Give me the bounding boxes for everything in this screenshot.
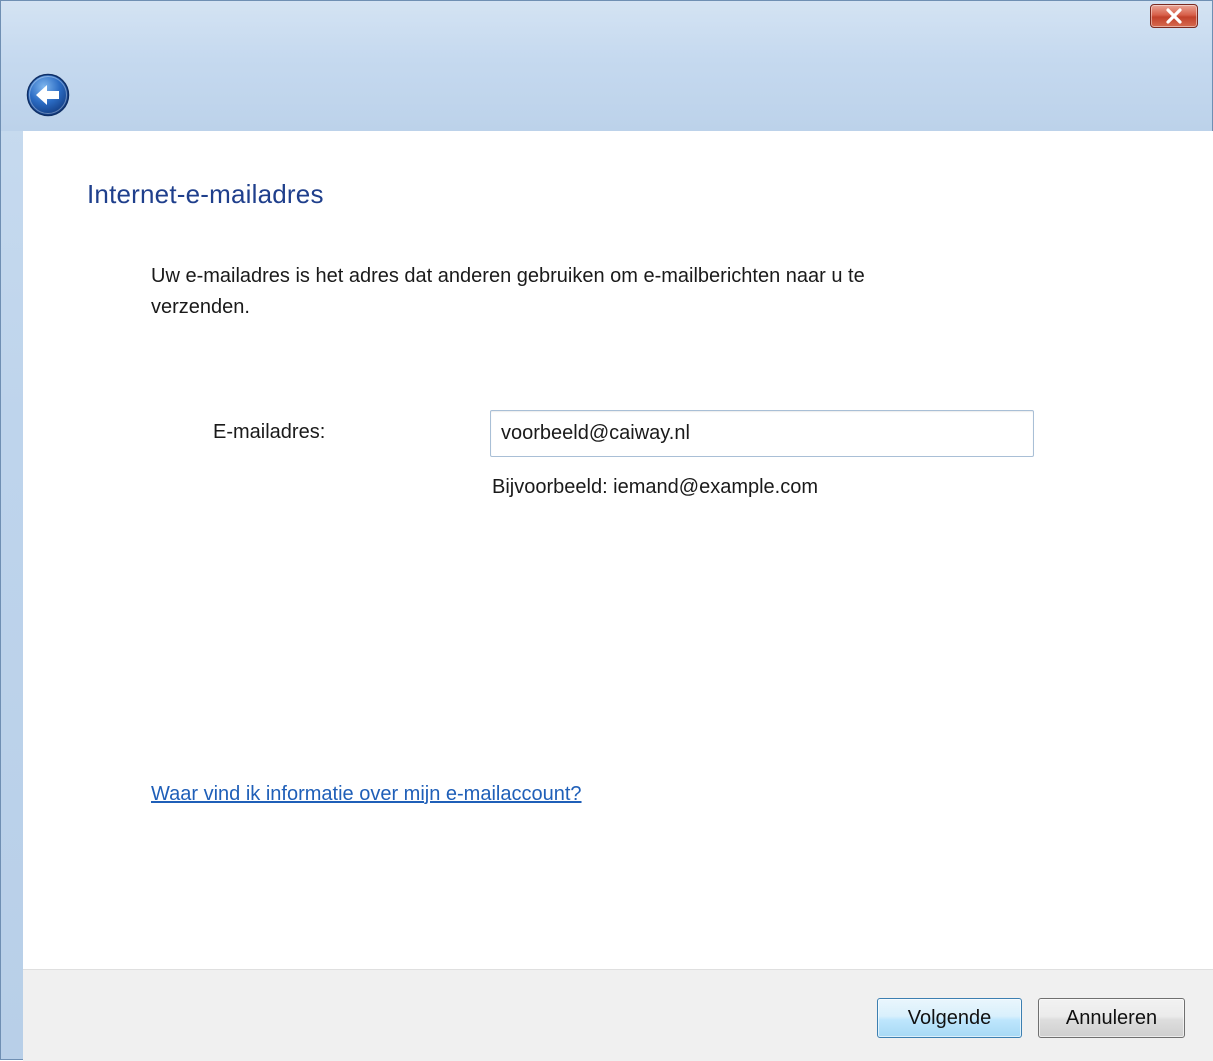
email-example-hint: Bijvoorbeeld: iemand@example.com: [492, 476, 819, 498]
title-bar: [1, 1, 1212, 131]
page-title: Internet-e-mailadres: [87, 179, 324, 209]
close-icon: [1166, 8, 1182, 24]
email-label: E-mailadres:: [213, 421, 326, 443]
email-account-help-link[interactable]: Waar vind ik informatie over mijn e-mail…: [151, 783, 582, 806]
next-button[interactable]: Volgende: [877, 998, 1022, 1038]
cancel-button[interactable]: Annuleren: [1038, 998, 1185, 1038]
back-arrow-icon: [26, 73, 70, 117]
wizard-content: Internet-e-mailadres Uw e-mailadres is h…: [23, 131, 1213, 969]
page-description: Uw e-mailadres is het adres dat anderen …: [151, 265, 865, 318]
close-button[interactable]: [1150, 4, 1198, 28]
back-button[interactable]: [26, 73, 70, 117]
email-input[interactable]: [490, 410, 1034, 457]
wizard-window: Internet-e-mailadres Uw e-mailadres is h…: [0, 0, 1213, 1061]
button-bar: Volgende Annuleren: [23, 969, 1213, 1061]
